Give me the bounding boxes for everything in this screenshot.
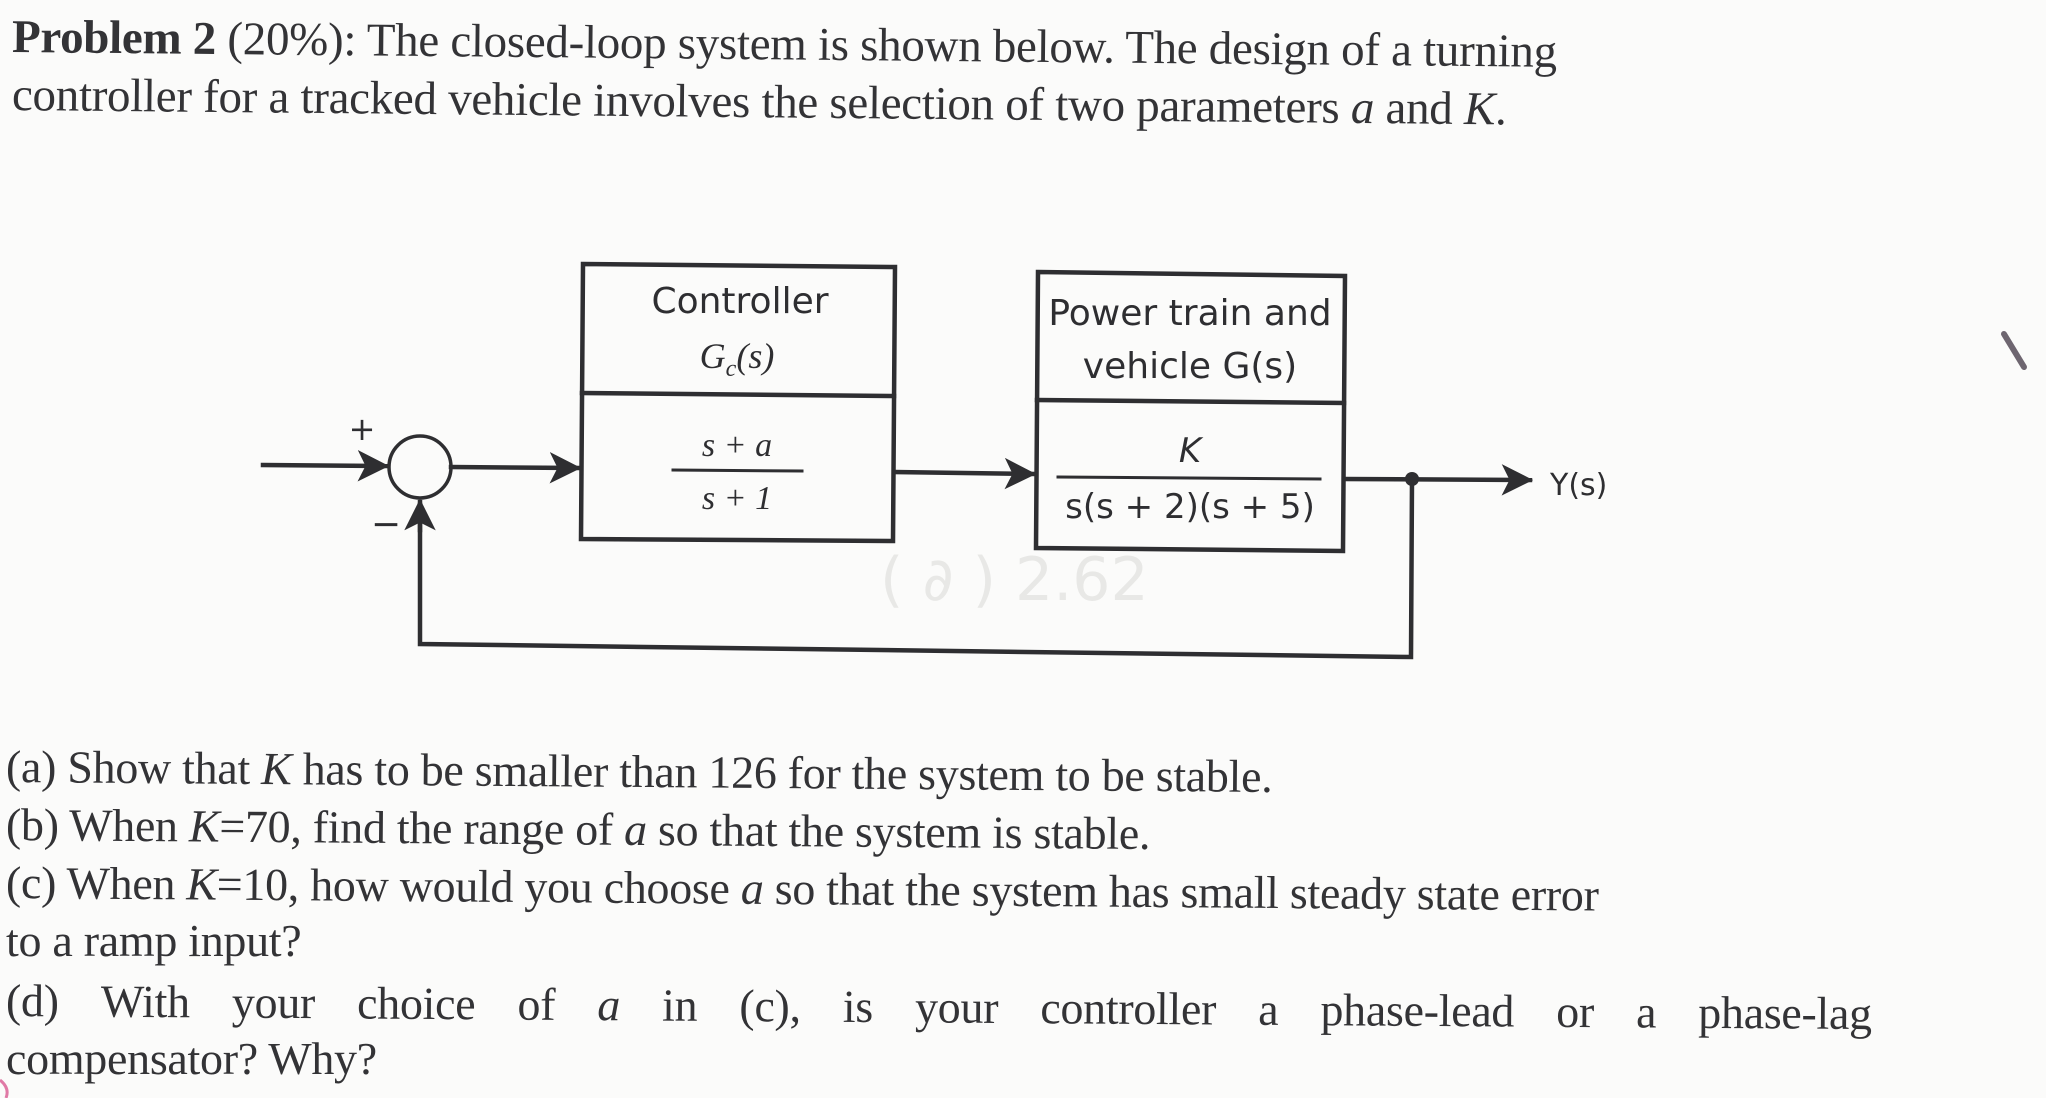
minus-sign: − [371,504,401,545]
controller-divider [579,390,897,399]
block-diagram: + − Controller Gc(s) s + a s + 1 Power t… [0,261,2027,1098]
takeoff-point [1405,472,1419,486]
question-c-label: (c) [5,857,57,909]
question-c-text-mid: =10, how would you choose [216,858,742,914]
question-b-text-end: so that the system is stable. [646,804,1151,859]
question-d-word: a [1258,983,1279,1035]
question-d-word: or [1556,985,1595,1038]
question-a-label: (a) [5,741,57,793]
plant-fraction-bar [1056,475,1322,481]
plant-denominator: s(s + 2)(s + 5) [1065,487,1315,527]
question-d-word: phase-lead [1320,984,1515,1037]
question-c-text: When [55,857,187,910]
plus-sign: + [349,410,376,448]
plant-title-line2: vehicle G(s) [1083,346,1297,387]
question-d-word: choice [356,977,476,1030]
param-K: K [260,743,292,795]
question-b-text: When [58,799,190,852]
question-d-word: (c), [739,980,801,1032]
question-b-label: (b) [5,799,59,851]
output-signal-arrow [1341,464,1534,496]
controller-fraction-bar [671,468,804,473]
question-a-text: Show that [55,741,262,795]
question-b-text-mid: =70, find the range of [219,800,625,855]
question-d-word: in [661,979,698,1031]
question-a-text-end: has to be smaller than 126 for the syste… [291,743,1273,802]
input-signal-arrow [260,450,390,482]
scanned-page: ( ∂ ) 2.62 Problem 2 (20%): The closed-l… [0,0,2046,1098]
plant-divider [1034,397,1347,406]
question-a: (a) Show that K has to be smaller than 1… [6,738,1273,806]
param-a: a [740,862,764,914]
param-K: K [188,800,220,852]
param-a: a [597,979,621,1031]
question-d-word: your [231,976,316,1029]
question-d-word: is [842,980,874,1033]
question-d-continuation: compensator? Why? [6,1033,377,1084]
control-signal-arrow [891,457,1037,490]
question-d-word: phase-lag [1698,986,1873,1040]
param-a: a [623,803,648,856]
question-d-word: With [100,975,190,1028]
controller-title: Controller [651,281,828,322]
stray-pen-mark [2001,331,2027,370]
question-d-word: of [517,978,556,1030]
question-d-label: (d) [5,975,59,1027]
output-label: Y(s) [1549,468,1607,503]
controller-numerator: s + a [702,427,772,464]
param-K: K [186,858,217,910]
question-d-word: your [914,981,999,1033]
question-c-text-end: so that the system has small steady stat… [763,862,1599,921]
plant-title-line1: Power train and [1048,293,1331,334]
controller-denominator: s + 1 [702,480,772,517]
summing-junction [387,434,453,500]
controller-symbol: Gc(s) [700,336,775,382]
question-d-word: a [1635,986,1657,1038]
question-b: (b) When K=70, find the range of a so th… [6,796,1151,863]
question-d-word: controller [1040,982,1217,1035]
plant-numerator: K [1179,431,1204,471]
question-c-continuation: to a ramp input? [6,915,302,966]
error-signal-arrow [448,452,582,484]
